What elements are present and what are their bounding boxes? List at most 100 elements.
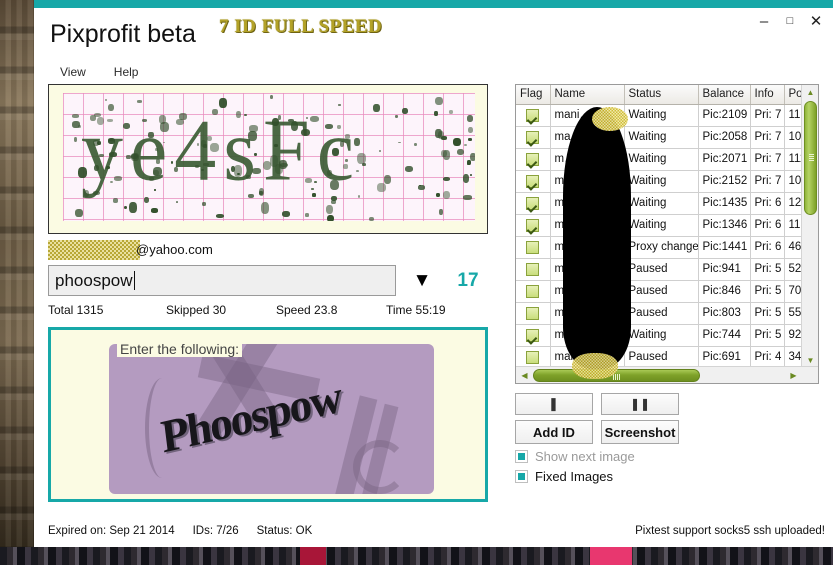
row-flag-cell[interactable] xyxy=(516,148,551,171)
status-ok: Status: OK xyxy=(256,525,313,537)
menu-item-view[interactable]: View xyxy=(56,63,90,81)
row-flag-cell[interactable] xyxy=(516,324,551,347)
captcha-decor-7 xyxy=(353,440,407,494)
row-flag-cell[interactable] xyxy=(516,192,551,215)
captcha-image[interactable]: Phoospow xyxy=(109,344,434,494)
row-flag-checkbox[interactable] xyxy=(526,240,540,254)
table-vertical-scrollbar[interactable]: ▲ ▼ xyxy=(801,85,818,368)
captcha-noise-dot xyxy=(129,202,137,213)
row-status-cell: Waiting xyxy=(624,170,699,193)
row-flag-checkbox[interactable] xyxy=(526,218,540,232)
table-row[interactable]: m… Waiting Pic:1346 Pri: 6 113 xyxy=(516,214,811,237)
row-flag-checkbox[interactable] xyxy=(526,130,540,144)
table-row[interactable]: m… Paused Pic:941 Pri: 5 52 xyxy=(516,258,811,281)
captcha-noise-dot xyxy=(330,180,339,191)
captcha-noise-dot xyxy=(405,166,413,173)
row-flag-cell[interactable] xyxy=(516,302,551,325)
col-header-balance[interactable]: Balance xyxy=(698,85,751,105)
captcha-noise-dot xyxy=(109,152,117,157)
captcha-noise-dot xyxy=(435,97,443,106)
show-next-image-checkbox[interactable] xyxy=(515,450,528,463)
col-header-flag[interactable]: Flag xyxy=(516,85,551,105)
window-body: ye4sFc @yahoo.com phoospow ▼ 17 Total 13… xyxy=(34,84,833,547)
row-flag-cell[interactable] xyxy=(516,280,551,303)
row-info-cell: Pri: 7 xyxy=(750,170,785,193)
row-status-cell: Waiting xyxy=(624,214,699,237)
vertical-scroll-thumb[interactable] xyxy=(804,101,817,215)
menu-item-help[interactable]: Help xyxy=(110,63,143,81)
captcha-noise-dot xyxy=(159,115,166,125)
row-flag-cell[interactable] xyxy=(516,126,551,149)
captcha-noise-dot xyxy=(305,178,313,183)
table-row[interactable]: m… Waiting Pic:2152 Pri: 7 108 xyxy=(516,170,811,193)
columns-button[interactable]: ❚❚ xyxy=(601,393,679,415)
captcha-noise-dot xyxy=(282,211,291,217)
table-row[interactable]: mani… Paused Pic:691 Pri: 4 34 xyxy=(516,346,811,369)
row-flag-checkbox[interactable] xyxy=(526,174,540,188)
row-flag-cell[interactable] xyxy=(516,170,551,193)
row-balance-cell: Pic:2109 xyxy=(698,104,751,127)
table-horizontal-scrollbar[interactable]: ◀ ▶ xyxy=(516,366,818,383)
maximize-button[interactable]: □ xyxy=(777,10,803,32)
captcha-noise-dot xyxy=(75,209,83,217)
row-status-cell: Paused xyxy=(624,280,699,303)
col-header-info[interactable]: Info xyxy=(750,85,785,105)
answer-input[interactable]: phoospow xyxy=(48,265,396,296)
row-flag-cell[interactable] xyxy=(516,214,551,237)
row-flag-cell[interactable] xyxy=(516,236,551,259)
scroll-up-icon[interactable]: ▲ xyxy=(803,85,818,100)
captcha-noise-dot xyxy=(74,137,78,142)
fixed-images-checkbox[interactable] xyxy=(515,470,528,483)
row-flag-checkbox[interactable] xyxy=(526,196,540,210)
table-row[interactable]: ma… Waiting Pic:2058 Pri: 7 109 xyxy=(516,126,811,149)
row-flag-checkbox[interactable] xyxy=(526,262,540,276)
checkbox-show-next-image[interactable]: Show next image xyxy=(515,449,819,464)
scroll-left-icon[interactable]: ◀ xyxy=(517,368,532,383)
table-row[interactable]: m… Proxy changed Pic:1441 Pri: 6 46 xyxy=(516,236,811,259)
minimize-button[interactable]: – xyxy=(751,10,777,32)
row-flag-checkbox[interactable] xyxy=(526,306,540,320)
row-flag-checkbox[interactable] xyxy=(526,350,540,364)
row-flag-cell[interactable] xyxy=(516,346,551,369)
chevron-down-icon[interactable]: ▼ xyxy=(396,265,448,296)
stat-speed: Speed 23.8 xyxy=(276,303,338,317)
captcha-noise-dot xyxy=(453,138,461,146)
statusbar: Expired on: Sep 21 2014 IDs: 7/26 Status… xyxy=(34,521,833,547)
answer-input-value: phoospow xyxy=(55,270,133,290)
row-flag-cell[interactable] xyxy=(516,258,551,281)
table-row[interactable]: m… Waiting Pic:2071 Pri: 7 111 xyxy=(516,148,811,171)
checkbox-fixed-images[interactable]: Fixed Images xyxy=(515,469,819,484)
row-info-cell: Pri: 6 xyxy=(750,192,785,215)
captcha-noise-dot xyxy=(470,153,475,162)
application-window: – □ ✕ Pixprofit beta 7 ID FULL SPEED Vie… xyxy=(34,0,833,547)
captcha-noise-dot xyxy=(443,177,451,182)
pause-button[interactable]: ❚ xyxy=(515,393,593,415)
captcha-noise-dot xyxy=(219,98,227,109)
table-row[interactable]: mani… Waiting Pic:2109 Pri: 7 115 xyxy=(516,104,811,127)
close-button[interactable]: ✕ xyxy=(803,10,829,32)
icon-button-row: ❚ ❚❚ xyxy=(515,393,819,415)
add-id-button[interactable]: Add ID xyxy=(515,420,593,444)
captcha-noise-dot xyxy=(94,165,100,171)
screenshot-button[interactable]: Screenshot xyxy=(601,420,679,444)
table-row[interactable]: m… Paused Pic:846 Pri: 5 70 xyxy=(516,280,811,303)
table-row[interactable]: ma… Waiting Pic:744 Pri: 5 92 xyxy=(516,324,811,347)
table-row[interactable]: m… Paused Pic:803 Pri: 5 55 xyxy=(516,302,811,325)
window-titlebar xyxy=(34,0,833,8)
row-flag-checkbox[interactable] xyxy=(526,284,540,298)
col-header-status[interactable]: Status xyxy=(624,85,699,105)
captcha-noise-dot xyxy=(99,154,104,157)
captcha-noise-dot xyxy=(201,140,206,147)
statusbar-right: Pixtest support socks5 ssh uploaded! xyxy=(635,525,825,537)
horizontal-scroll-thumb[interactable] xyxy=(533,369,700,382)
scroll-right-icon[interactable]: ▶ xyxy=(786,368,801,383)
captcha-noise-dot xyxy=(325,124,333,130)
top-captcha-text: ye4sFc xyxy=(81,101,361,200)
row-flag-checkbox[interactable] xyxy=(526,328,540,342)
row-flag-cell[interactable] xyxy=(516,104,551,127)
row-flag-checkbox[interactable] xyxy=(526,152,540,166)
captcha-noise-dot xyxy=(176,201,179,203)
row-flag-checkbox[interactable] xyxy=(526,108,540,122)
table-row[interactable]: m… Waiting Pic:1435 Pri: 6 124 xyxy=(516,192,811,215)
col-header-name[interactable]: Name xyxy=(550,85,625,105)
